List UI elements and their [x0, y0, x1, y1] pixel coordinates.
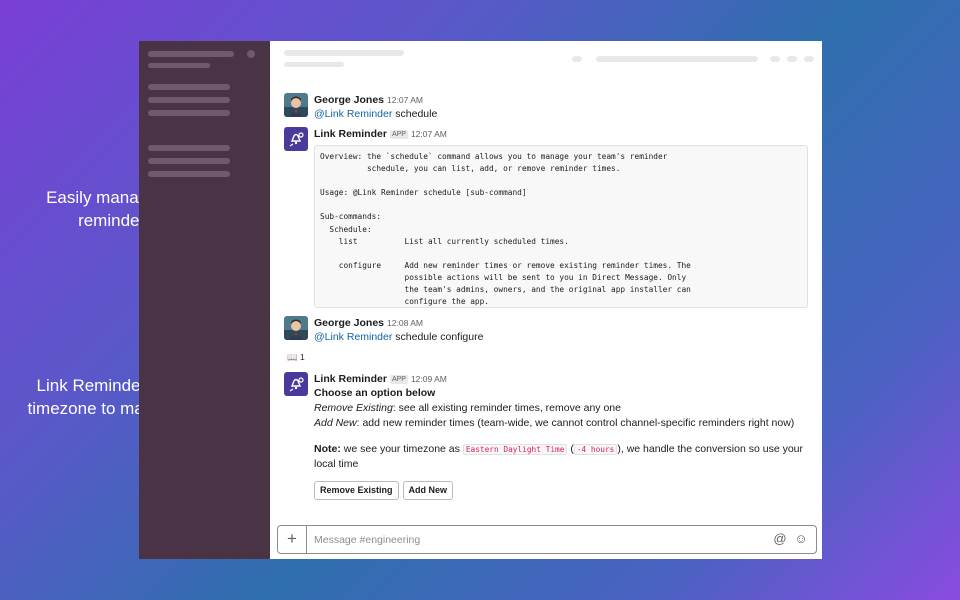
person-avatar-icon[interactable] — [284, 93, 308, 117]
sidebar-item-placeholder[interactable] — [148, 145, 230, 151]
at-mention-icon[interactable]: @ — [773, 532, 787, 546]
option-remove-label: Remove Existing — [314, 402, 393, 414]
channel-main: George Jones 12:07 AM @Link Reminder sche… — [270, 41, 822, 559]
sidebar-item-placeholder[interactable] — [148, 171, 230, 177]
message-timestamp[interactable]: 12:07 AM — [387, 95, 423, 105]
link-reminder-app-icon[interactable] — [284, 127, 308, 151]
emoji-icon[interactable]: ☺ — [794, 532, 808, 546]
slack-window: George Jones 12:07 AM @Link Reminder sche… — [139, 41, 822, 559]
note-label: Note: — [314, 443, 341, 455]
header-icon-placeholder[interactable] — [804, 56, 814, 62]
options-title: Choose an option below — [314, 387, 436, 399]
app-badge: APP — [389, 375, 408, 384]
book-emoji-icon: 📖 — [287, 352, 298, 362]
code-block-help: Overview: the `schedule` command allows … — [314, 145, 808, 308]
sidebar-workspace-placeholder — [148, 51, 234, 57]
sidebar-item-placeholder[interactable] — [148, 110, 230, 116]
option-add-label: Add New — [314, 417, 357, 429]
message-timestamp[interactable]: 12:09 AM — [411, 374, 447, 384]
message-text: schedule configure — [392, 331, 484, 343]
header-icon-placeholder[interactable] — [787, 56, 797, 62]
remove-existing-button[interactable]: Remove Existing — [314, 481, 399, 500]
person-avatar-icon[interactable] — [284, 316, 308, 340]
sidebar-user-placeholder — [148, 63, 210, 68]
note-text: we see your timezone as — [340, 443, 463, 455]
message-timestamp[interactable]: 12:07 AM — [411, 129, 447, 139]
plus-icon[interactable]: + — [278, 526, 307, 553]
message-text: schedule — [392, 108, 438, 120]
sidebar-item-placeholder[interactable] — [148, 158, 230, 164]
option-add-desc: : add new reminder times (team-wide, we … — [356, 417, 795, 429]
header-icon-placeholder[interactable] — [770, 56, 780, 62]
header-search-placeholder[interactable] — [596, 56, 758, 62]
option-remove-desc: : see all existing reminder times, remov… — [392, 402, 621, 414]
reaction-pill[interactable]: 📖 1 — [284, 347, 308, 365]
note-text: ( — [567, 443, 574, 455]
header-icon-placeholder[interactable] — [572, 56, 582, 62]
message-author[interactable]: Link Reminder — [314, 128, 387, 140]
message-timestamp[interactable]: 12:08 AM — [387, 318, 423, 328]
message-author[interactable]: George Jones — [314, 317, 384, 329]
channel-title-placeholder — [284, 50, 404, 56]
offset-code: -4 hours — [573, 444, 618, 455]
user-mention-link[interactable]: @Link Reminder — [314, 331, 392, 343]
reaction-count: 1 — [299, 352, 305, 362]
link-reminder-app-icon[interactable] — [284, 372, 308, 396]
sidebar-item-placeholder[interactable] — [148, 97, 230, 103]
add-new-button[interactable]: Add New — [402, 481, 454, 500]
message-author[interactable]: Link Reminder — [314, 373, 387, 385]
timezone-code: Eastern Daylight Time — [462, 444, 568, 455]
message-composer[interactable]: + Message #engineering @ ☺ — [277, 525, 817, 554]
message-author[interactable]: George Jones — [314, 94, 384, 106]
message-input[interactable]: Message #engineering — [314, 534, 420, 546]
sidebar-status-dot — [247, 50, 255, 58]
channel-topic-placeholder — [284, 62, 344, 67]
app-badge: APP — [389, 130, 408, 139]
sidebar — [139, 41, 270, 559]
sidebar-item-placeholder[interactable] — [148, 84, 230, 90]
user-mention-link[interactable]: @Link Reminder — [314, 108, 392, 120]
